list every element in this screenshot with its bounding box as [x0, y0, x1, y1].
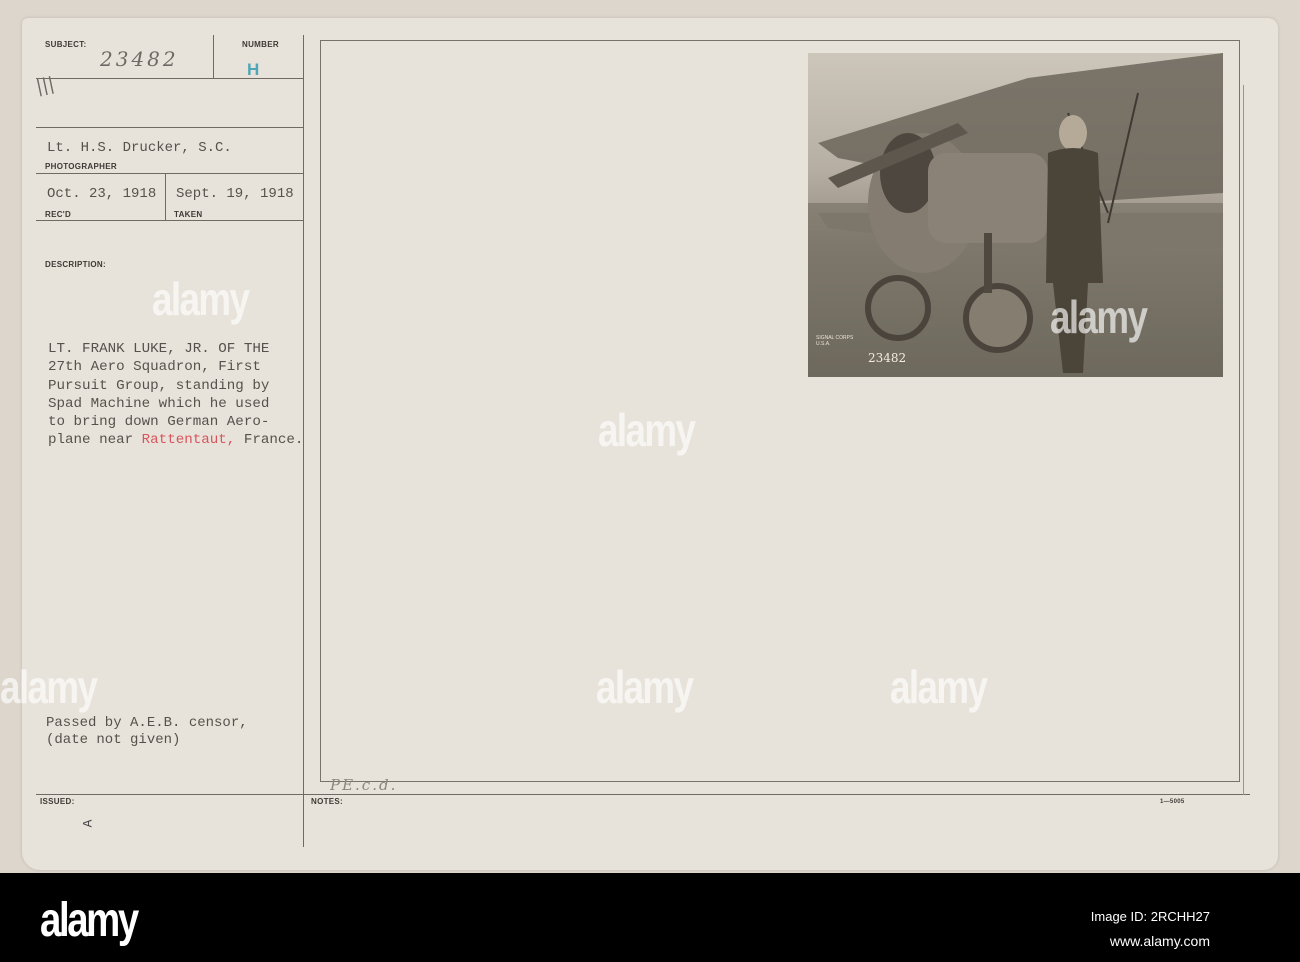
watermark: alamy — [596, 661, 694, 713]
image-id: Image ID: 2RCHH27 — [1090, 909, 1210, 924]
description-line: Pursuit Group, standing by — [48, 377, 270, 394]
photographer-label: PHOTOGRAPHER — [45, 162, 117, 171]
censor-line: (date not given) — [46, 732, 181, 748]
watermark: alamy — [598, 404, 696, 456]
notes-label: NOTES: — [311, 797, 344, 806]
photographer-value: Lt. H.S. Drucker, S.C. — [47, 140, 232, 156]
taken-date: Sept. 19, 1918 — [176, 186, 294, 202]
description-text: LT. FRANK LUKE, JR. OF THE 27th Aero Squa… — [48, 340, 303, 450]
site-url[interactable]: www.alamy.com — [1110, 933, 1210, 949]
place-name: Rattentaut, — [141, 432, 236, 449]
divider — [36, 173, 303, 174]
divider — [36, 220, 303, 221]
number-label: NUMBER — [242, 40, 279, 49]
divider — [165, 173, 166, 220]
received-label: REC'D — [45, 210, 72, 219]
number-value: H — [247, 60, 260, 79]
form-number: 1—5005 — [1160, 799, 1185, 805]
divider — [36, 794, 1250, 795]
description-label: DESCRIPTION: — [45, 260, 106, 269]
description-line: Spad Machine which he used — [48, 395, 270, 412]
watermark: alamy — [152, 273, 250, 325]
watermark: alamy — [890, 661, 988, 713]
subject-label: SUBJECT: — [45, 40, 87, 49]
photo-stamp-number: 23482 — [868, 351, 907, 365]
stock-footer-bar: alamy Image ID: 2RCHH27 www.alamy.com — [0, 873, 1300, 962]
photograph-pilot-with-spad: SIGNAL CORPS U.S.A. 23482 — [808, 53, 1223, 377]
description-line: LT. FRANK LUKE, JR. OF THE — [48, 341, 270, 357]
censor-line: Passed by A.E.B. censor, — [46, 715, 248, 731]
issued-value: A — [80, 819, 96, 828]
divider — [36, 78, 303, 79]
divider — [213, 35, 214, 78]
description-text-part: France. — [235, 432, 304, 449]
biplane-photo-illustration — [808, 53, 1223, 377]
description-line: 27th Aero Squadron, First — [48, 359, 261, 376]
issued-label: ISSUED: — [40, 797, 75, 806]
description-text-part: plane near — [48, 432, 142, 449]
photo-stamp-text: SIGNAL CORPS U.S.A. — [816, 335, 854, 347]
divider — [36, 127, 303, 128]
notes-handwriting: PE.c.d. — [330, 776, 398, 794]
taken-label: TAKEN — [174, 210, 203, 219]
received-date: Oct. 23, 1918 — [47, 186, 157, 202]
subject-value: 23482 — [100, 47, 179, 71]
description-line: to bring down German Aero- — [48, 414, 270, 431]
watermark: alamy — [1050, 291, 1148, 343]
alamy-logo: alamy — [40, 894, 139, 947]
divider — [1243, 85, 1244, 795]
description-line: plane near Rattentaut, France. — [48, 431, 303, 449]
watermark: alamy — [0, 661, 98, 713]
